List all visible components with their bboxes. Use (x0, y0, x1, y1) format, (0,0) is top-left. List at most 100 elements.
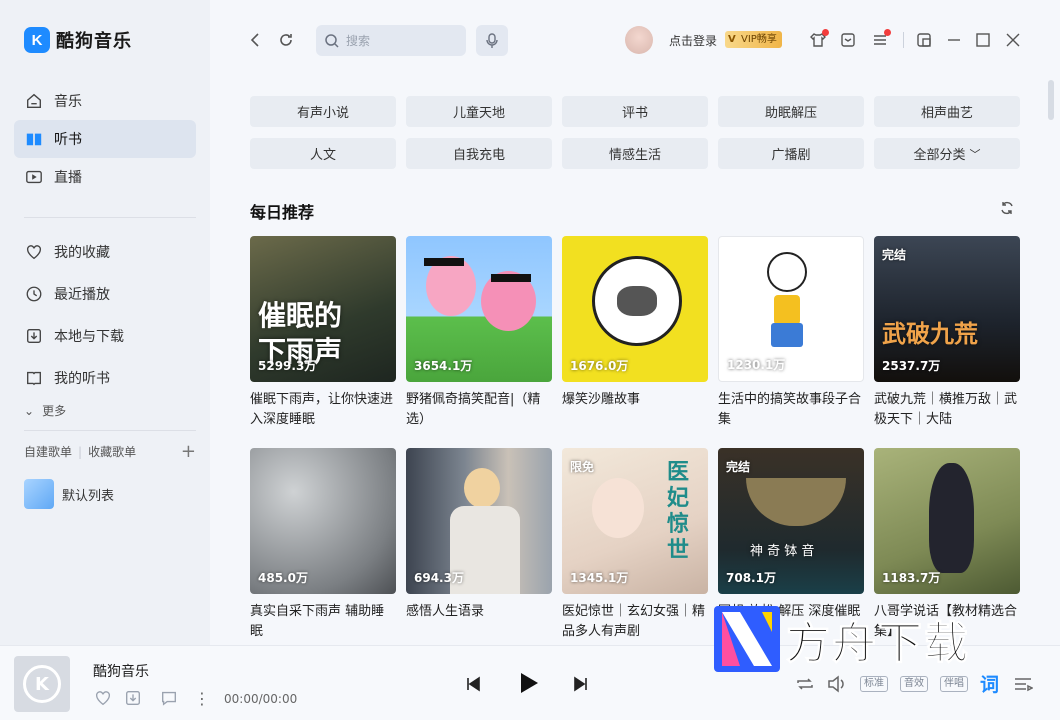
accompaniment-button[interactable]: 伴唱 (940, 676, 968, 692)
now-playing-cover[interactable]: K (14, 656, 70, 712)
cover-text: 医妃惊世 (667, 460, 690, 563)
scrollbar[interactable] (1048, 80, 1054, 120)
status-badge: 完结 (882, 248, 907, 262)
voice-search-button[interactable] (476, 25, 508, 56)
audiobook-card[interactable]: 1676.0万 爆笑沙雕故事 (562, 236, 708, 430)
previous-button[interactable] (462, 673, 484, 695)
category-button[interactable]: 自我充电 (406, 138, 552, 169)
playlist-default[interactable]: 默认列表 (24, 479, 114, 509)
next-button[interactable] (570, 673, 592, 695)
maximize-icon (976, 33, 990, 47)
status-badge: 限免 (570, 460, 595, 474)
sidebar-item-label: 我的收藏 (54, 245, 110, 261)
card-cover: 催眠的 下雨声 5299.3万 (250, 236, 396, 382)
lyrics-button[interactable]: 词 (980, 670, 999, 697)
loop-mode-button[interactable] (794, 673, 816, 695)
sidebar-item-live[interactable]: 直播 (14, 158, 196, 196)
quality-standard-button[interactable]: 标准 (860, 676, 888, 692)
category-button[interactable]: 有声小说 (250, 96, 396, 127)
audiobook-card[interactable]: 催眠的 下雨声 5299.3万 催眠下雨声，让你快速进入深度睡眠 (250, 236, 396, 430)
sidebar-item-recent[interactable]: 最近播放 (14, 275, 196, 313)
more-options-icon[interactable]: ⋮ (192, 688, 212, 708)
refresh-button[interactable] (274, 28, 298, 52)
play-icon (521, 673, 538, 693)
nav-library: 我的收藏 最近播放 本地与下载 我的听书 (14, 233, 196, 397)
vip-badge[interactable]: VIP畅享 (725, 31, 782, 48)
app-logo[interactable]: K 酷狗音乐 (24, 27, 132, 53)
audiobook-card[interactable]: 694.3万 感悟人生语录 (406, 448, 552, 642)
audiobook-card[interactable]: 限免 医妃惊世 1345.1万 医妃惊世｜玄幻女强｜精品多人有声剧 (562, 448, 708, 642)
login-link[interactable]: 点击登录 (669, 32, 717, 49)
play-count: 5299.3万 (258, 359, 317, 373)
search-input[interactable] (346, 33, 446, 48)
volume-button[interactable] (826, 673, 848, 695)
category-label: 人文 (309, 148, 336, 163)
watermark-logo-icon (714, 606, 780, 672)
cover-text: 神 奇 钵 音 (750, 544, 815, 559)
download-icon (24, 326, 44, 346)
playlist-button[interactable] (1012, 673, 1034, 695)
comment-button[interactable] (159, 688, 179, 708)
section-title: 每日推荐 (250, 203, 315, 222)
message-button[interactable] (836, 28, 860, 52)
mini-player-icon (917, 33, 931, 47)
mini-mode-button[interactable] (912, 28, 936, 52)
sidebar-item-favorites[interactable]: 我的收藏 (14, 233, 196, 271)
play-button[interactable] (513, 668, 543, 698)
sunglasses-icon (491, 274, 531, 282)
sidebar-item-my-audiobooks[interactable]: 我的听书 (14, 359, 196, 397)
category-label: 有声小说 (296, 106, 349, 121)
search-icon (325, 33, 339, 48)
card-cover: 1230.1万 (718, 236, 864, 382)
download-button[interactable] (123, 688, 143, 708)
chevron-down-icon: ﹀ (969, 147, 981, 161)
download-icon (126, 691, 140, 705)
tab-separator: | (78, 444, 83, 459)
back-button[interactable] (244, 28, 268, 52)
nav-main: 音乐 听书 直播 (14, 82, 196, 196)
card-title: 医妃惊世｜玄幻女强｜精品多人有声剧 (562, 604, 706, 639)
playlist-icon (1015, 678, 1033, 692)
add-playlist-button[interactable]: + (181, 442, 196, 460)
card-title: 爆笑沙雕故事 (562, 392, 641, 407)
audiobook-card[interactable]: 3654.1万 野猪佩奇搞笑配音|（精选） (406, 236, 552, 430)
play-count: 2537.7万 (882, 359, 941, 373)
category-button[interactable]: 评书 (562, 96, 708, 127)
tab-created-playlists[interactable]: 自建歌单 (24, 443, 72, 460)
sidebar-item-local-download[interactable]: 本地与下载 (14, 317, 196, 355)
bookmark-icon (24, 368, 44, 388)
category-button[interactable]: 助眠解压 (718, 96, 864, 127)
sidebar-item-audiobook[interactable]: 听书 (14, 120, 196, 158)
person-head-illustration (464, 468, 500, 508)
category-label: 全部分类 (913, 148, 966, 163)
search-box[interactable] (316, 25, 466, 56)
close-button[interactable] (1001, 28, 1025, 52)
microphone-icon (486, 32, 498, 48)
category-button[interactable]: 广播剧 (718, 138, 864, 169)
kugou-logo-icon: K (24, 27, 50, 53)
minimize-button[interactable] (942, 28, 966, 52)
like-button[interactable] (93, 688, 113, 708)
category-button[interactable]: 情感生活 (562, 138, 708, 169)
audiobook-card[interactable]: 完结 武破九荒 2537.7万 武破九荒｜横推万敌｜武极天下｜大陆 (874, 236, 1020, 430)
category-button[interactable]: 儿童天地 (406, 96, 552, 127)
all-categories-button[interactable]: 全部分类 ﹀ (874, 138, 1020, 169)
category-button[interactable]: 相声曲艺 (874, 96, 1020, 127)
inbox-icon (841, 33, 855, 47)
category-label: 评书 (621, 106, 648, 121)
category-button[interactable]: 人文 (250, 138, 396, 169)
audiobook-card[interactable]: 485.0万 真实自采下雨声 辅助睡眠 (250, 448, 396, 642)
refresh-recommend-button[interactable] (998, 199, 1016, 217)
kugou-logo-icon: K (23, 665, 61, 703)
sidebar-item-music[interactable]: 音乐 (14, 82, 196, 120)
user-avatar[interactable] (625, 26, 653, 54)
tab-collected-playlists[interactable]: 收藏歌单 (88, 443, 136, 460)
audiobook-card[interactable]: 1230.1万 生活中的搞笑故事段子合集 (718, 236, 864, 430)
previous-icon (467, 676, 480, 692)
more-toggle[interactable]: ⌄ 更多 (24, 402, 66, 419)
heart-icon (96, 691, 110, 706)
main-content: 有声小说 儿童天地 评书 助眠解压 相声曲艺 人文 自我充电 情感生活 广播剧 … (210, 80, 1060, 645)
maximize-button[interactable] (971, 28, 995, 52)
clock-icon (24, 284, 44, 304)
sound-effect-button[interactable]: 音效 (900, 676, 928, 692)
